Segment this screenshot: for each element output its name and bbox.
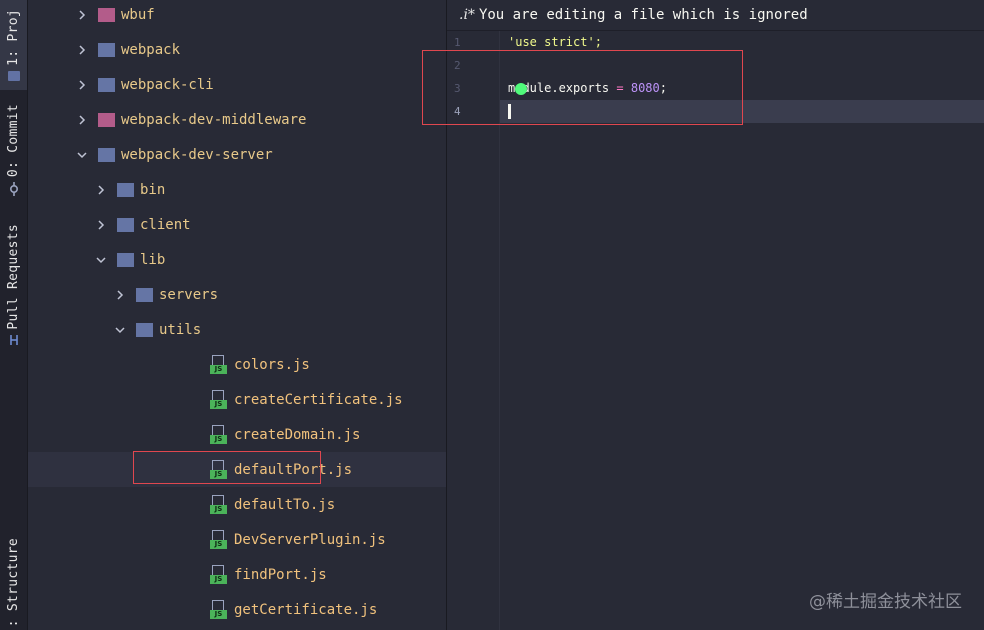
highlight-box-selected-file [133,451,321,484]
folder-icon [117,182,134,197]
tree-file-row[interactable]: JS getCertificate.js [28,592,446,627]
tree-item-label: colors.js [234,356,310,373]
tree-item-label: lib [140,251,166,268]
folder-icon [7,71,20,82]
folder-icon [136,287,153,302]
tree-item-label: defaultTo.js [234,496,336,513]
javascript-file-icon: JS [210,494,228,515]
project-tab[interactable]: 1: Proj [0,0,27,90]
tree-item-label: DevServerPlugin.js [234,531,386,548]
commit-tab[interactable]: 0: Commit [0,100,27,200]
structure-tab[interactable]: : Structure [0,535,27,630]
tree-folder-row[interactable]: bin [28,172,446,207]
chevron-right-icon[interactable] [95,207,107,242]
tree-item-label: client [140,216,191,233]
structure-tab-label: : Structure [6,537,21,628]
folder-icon [98,147,115,162]
pull-requests-tab-label: Pull Requests [6,224,21,330]
javascript-file-icon: JS [210,599,228,620]
commit-icon [9,181,18,196]
tree-item-label: webpack-dev-middleware [121,111,307,128]
tree-item-label: createDomain.js [234,426,361,443]
javascript-file-icon: JS [210,424,228,445]
banner-message: You are editing a file which is ignored [478,7,808,23]
tree-folder-row[interactable]: lib [28,242,446,277]
tree-item-label: webpack [121,41,181,58]
tree-folder-row[interactable]: wbuf [28,0,446,32]
tree-item-label: bin [140,181,166,198]
folder-icon [117,217,134,232]
folder-icon [98,112,115,127]
tree-item-label: createCertificate.js [234,391,403,408]
tree-folder-row[interactable]: servers [28,277,446,312]
highlight-box-code [422,50,743,125]
tree-file-row[interactable]: JS createDomain.js [28,417,446,452]
tree-file-row[interactable]: JS DevServerPlugin.js [28,522,446,557]
tree-item-label: webpack-dev-server [121,146,273,163]
tree-folder-row[interactable]: webpack [28,32,446,67]
tree-item-label: findPort.js [234,566,327,583]
tree-item-label: utils [159,321,202,338]
tree-folder-row[interactable]: utils [28,312,446,347]
ignored-file-banner: .i* You are editing a file which is igno… [447,0,984,31]
tree-item-label: servers [159,286,219,303]
tree-folder-row[interactable]: client [28,207,446,242]
chevron-down-icon[interactable] [76,137,88,172]
chevron-right-icon[interactable] [114,277,126,312]
chevron-right-icon[interactable] [76,102,88,137]
chevron-right-icon[interactable] [76,0,88,32]
pull-requests-tab[interactable]: Pull Requests [0,220,27,350]
project-tab-label: 1: Proj [6,8,21,66]
folder-icon [98,77,115,92]
ide-window: 1: Proj 0: Commit Pull Requests: Struct… [0,0,984,630]
folder-icon [136,322,153,337]
chevron-right-icon[interactable] [95,172,107,207]
tree-file-row[interactable]: JS colors.js [28,347,446,382]
tree-item-label: getCertificate.js [234,601,378,618]
tree-folder-row[interactable]: webpack-dev-server [28,137,446,172]
folder-icon [98,7,115,22]
chevron-right-icon[interactable] [76,67,88,102]
javascript-file-icon: JS [210,564,228,585]
tree-file-row[interactable]: JS createCertificate.js [28,382,446,417]
chevron-down-icon[interactable] [114,312,126,347]
folder-icon [98,42,115,57]
pull-request-icon [9,334,18,345]
tree-folder-row[interactable]: webpack-cli [28,67,446,102]
chevron-right-icon[interactable] [76,32,88,67]
tool-window-stripe: 1: Proj 0: Commit Pull Requests: Struct… [0,0,28,630]
tree-item-label: webpack-cli [121,76,214,93]
string-token: 'use strict'; [508,35,602,49]
tree-folder-row[interactable]: webpack-dev-middleware [28,102,446,137]
tree-file-row[interactable]: JS defaultTo.js [28,487,446,522]
watermark: @稀土掘金技术社区 [809,592,962,612]
tree-item-label: wbuf [121,6,155,23]
folder-icon [117,252,134,267]
commit-tab-label: 0: Commit [6,104,21,178]
javascript-file-icon: JS [210,389,228,410]
javascript-file-icon: JS [210,354,228,375]
tree-file-row[interactable]: JS findPort.js [28,557,446,592]
project-tree: wbuf webpack webpack-cli webpack-dev-middle… [28,0,446,630]
chevron-down-icon[interactable] [95,242,107,277]
javascript-file-icon: JS [210,529,228,550]
ignored-file-icon: .i* [459,7,475,23]
